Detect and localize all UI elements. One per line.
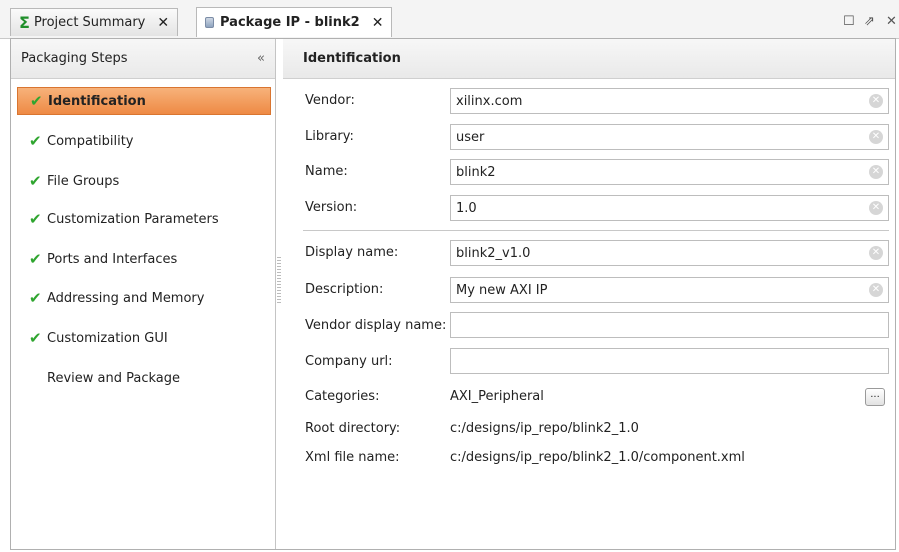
sigma-icon: Σ [19,13,30,32]
tab-label: Package IP - blink2 [220,15,360,30]
library-field[interactable]: ✕ [450,124,889,150]
name-input[interactable] [456,164,862,180]
step-customization-gui[interactable]: ✔ Customization GUI [17,324,271,352]
clear-icon[interactable]: ✕ [869,165,883,179]
section-title: Identification [303,51,401,66]
description-field[interactable]: ✕ [450,277,889,303]
version-input[interactable] [456,200,862,216]
tab-package-ip[interactable]: Package IP - blink2 ✕ [196,7,393,37]
categories-value: AXI_Peripheral [450,389,544,404]
company-url-field[interactable] [450,348,889,374]
package-ip-editor: Packaging Steps « ✔ Identification ✔ Com… [10,38,896,550]
display-name-label: Display name: [305,245,399,260]
step-label: Customization GUI [47,330,168,346]
categories-label: Categories: [305,389,380,404]
step-file-groups[interactable]: ✔ File Groups [17,167,271,195]
description-label: Description: [305,282,384,297]
clear-icon[interactable]: ✕ [869,283,883,297]
vendor-input[interactable] [456,93,862,109]
checkmark-icon: ✔ [29,329,42,347]
step-label: Compatibility [47,133,134,149]
panel-splitter[interactable] [277,257,281,303]
separator [303,230,889,231]
step-review-and-package[interactable]: Review and Package [17,364,271,392]
checkmark-icon: ✔ [29,250,42,268]
description-input[interactable] [456,282,862,298]
step-label: Identification [48,93,146,109]
vendor-display-name-input[interactable] [456,317,883,333]
step-identification[interactable]: ✔ Identification [17,87,271,115]
company-url-label: Company url: [305,354,393,369]
checkmark-icon: ✔ [29,172,42,190]
packaging-steps-panel: Packaging Steps « ✔ Identification ✔ Com… [11,39,276,549]
clear-icon[interactable]: ✕ [869,246,883,260]
identification-header: Identification [283,39,895,79]
step-addressing-and-memory[interactable]: ✔ Addressing and Memory [17,284,271,312]
step-label: Review and Package [47,370,180,386]
checkmark-icon: ✔ [29,289,42,307]
package-icon [205,17,214,28]
name-label: Name: [305,164,348,179]
checkmark-icon: ✔ [29,132,42,150]
vendor-label: Vendor: [305,93,355,108]
restore-icon[interactable]: ☐ [843,14,855,29]
collapse-panel-icon[interactable]: « [257,51,265,66]
step-customization-parameters[interactable]: ✔ Customization Parameters [17,205,271,233]
version-field[interactable]: ✕ [450,195,889,221]
panel-title: Packaging Steps [21,51,128,66]
tab-project-summary[interactable]: Σ Project Summary ✕ [10,8,179,36]
display-name-field[interactable]: ✕ [450,240,889,266]
xml-file-name-label: Xml file name: [305,450,400,465]
tab-label: Project Summary [33,15,146,30]
step-ports-and-interfaces[interactable]: ✔ Ports and Interfaces [17,245,271,273]
editor-tab-bar: Σ Project Summary ✕ Package IP - blink2 … [0,0,899,39]
clear-icon[interactable]: ✕ [869,130,883,144]
step-label: Ports and Interfaces [47,251,178,267]
step-label: Customization Parameters [47,211,219,227]
packaging-steps-header: Packaging Steps « [11,39,275,79]
checkmark-icon: ✔ [29,210,42,228]
close-icon[interactable]: ✕ [157,15,169,31]
vendor-display-name-field[interactable] [450,312,889,338]
root-directory-value: c:/designs/ip_repo/blink2_1.0 [450,421,639,436]
library-input[interactable] [456,129,862,145]
close-icon[interactable]: ✕ [372,15,384,31]
company-url-input[interactable] [456,353,883,369]
version-label: Version: [305,200,358,215]
step-compatibility[interactable]: ✔ Compatibility [17,127,271,155]
root-directory-label: Root directory: [305,421,401,436]
identification-panel: Identification Vendor: ✕ Library: ✕ Name… [283,39,895,549]
name-field[interactable]: ✕ [450,159,889,185]
vendor-field[interactable]: ✕ [450,88,889,114]
edit-categories-button[interactable]: ... [865,388,885,406]
step-label: File Groups [47,173,120,189]
clear-icon[interactable]: ✕ [869,94,883,108]
close-window-icon[interactable]: ✕ [886,14,897,29]
display-name-input[interactable] [456,245,862,261]
xml-file-name-value: c:/designs/ip_repo/blink2_1.0/component.… [450,450,745,465]
vendor-display-name-label: Vendor display name: [305,318,447,333]
popout-icon[interactable]: ⇗ [864,14,875,29]
checkmark-icon: ✔ [30,92,43,110]
clear-icon[interactable]: ✕ [869,201,883,215]
library-label: Library: [305,129,354,144]
step-label: Addressing and Memory [47,290,205,306]
